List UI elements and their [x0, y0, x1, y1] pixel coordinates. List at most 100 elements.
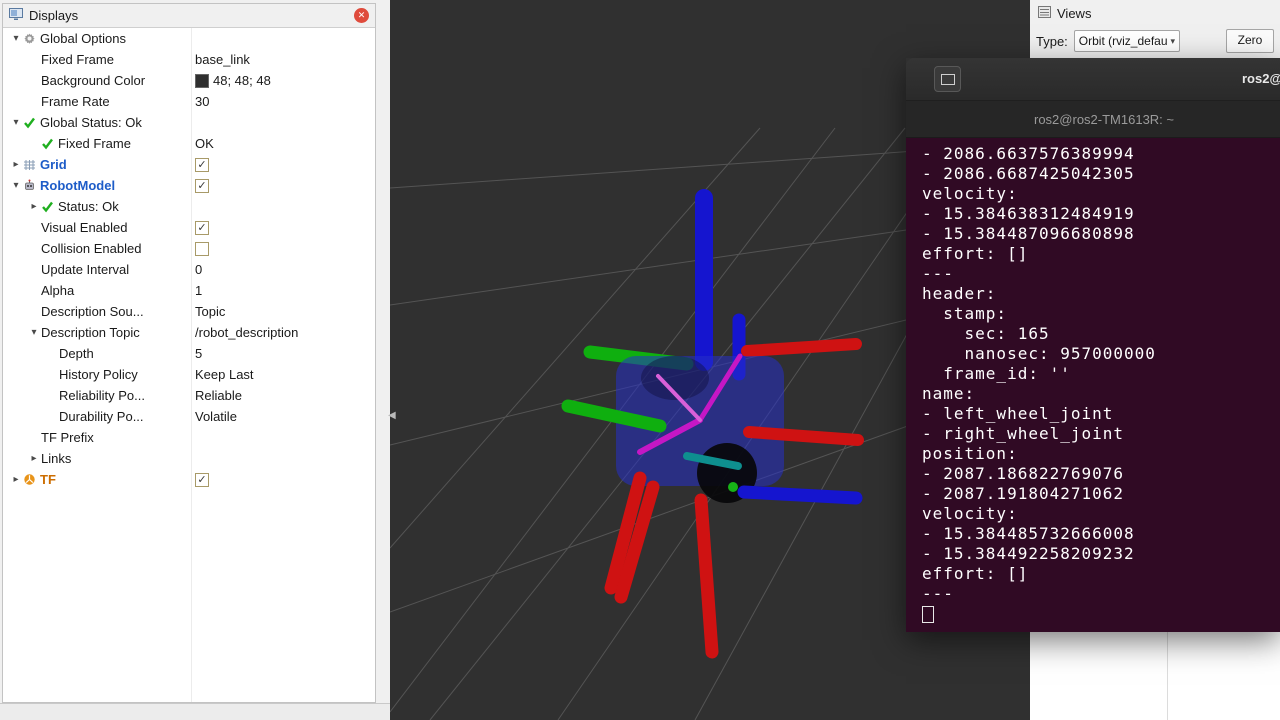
- terminal-window-title: ros2@ros2-TM1613R: ~: [1242, 71, 1280, 86]
- tree-row[interactable]: Reliability Po...Reliable: [3, 385, 375, 406]
- terminal-tab-title: ros2@ros2-TM1613R: ~: [1034, 112, 1174, 127]
- property-name: Description Sou...: [41, 304, 144, 319]
- checkbox-checked-icon[interactable]: ✓: [195, 158, 209, 172]
- terminal-line: name:: [922, 384, 1280, 404]
- terminal-line: header:: [922, 284, 1280, 304]
- tree-row[interactable]: ▸Links: [3, 448, 375, 469]
- terminal-line: - 2087.186822769076: [922, 464, 1280, 484]
- property-name: Alpha: [41, 283, 74, 298]
- expand-arrow-down-icon[interactable]: ▾: [9, 117, 23, 128]
- views-panel-header[interactable]: Views: [1030, 0, 1280, 26]
- terminal-line: position:: [922, 444, 1280, 464]
- property-value[interactable]: 0: [195, 262, 202, 277]
- terminal-cursor: [922, 606, 934, 623]
- property-name: Global Options: [40, 31, 126, 46]
- view-type-dropdown[interactable]: Orbit (rviz_defau ▾: [1074, 30, 1180, 52]
- terminal-titlebar[interactable]: ros2@ros2-TM1613R: ~: [906, 58, 1280, 101]
- tree-row[interactable]: ▸ Grid ✓: [3, 154, 375, 175]
- enable-checkbox[interactable]: [195, 242, 209, 256]
- property-value[interactable]: Topic: [195, 304, 225, 319]
- terminal-tabbar[interactable]: ros2@ros2-TM1613R: ~: [906, 101, 1280, 138]
- property-value[interactable]: Keep Last: [195, 367, 254, 382]
- property-value[interactable]: base_link: [195, 52, 250, 67]
- displays-panel-icon: [9, 8, 23, 23]
- property-name: Visual Enabled: [41, 220, 128, 235]
- checkbox-checked-icon[interactable]: ✓: [195, 179, 209, 193]
- expand-arrow-right-icon[interactable]: ▸: [9, 474, 23, 485]
- property-name: Grid: [40, 157, 67, 172]
- view-type-label: Type:: [1036, 34, 1068, 49]
- terminal-line: - 15.384485732666008: [922, 524, 1280, 544]
- new-tab-button[interactable]: [934, 66, 961, 92]
- tree-row[interactable]: TF Prefix: [3, 427, 375, 448]
- terminal-line: stamp:: [922, 304, 1280, 324]
- property-name: Global Status: Ok: [40, 115, 142, 130]
- tree-row[interactable]: Description Sou... Topic: [3, 301, 375, 322]
- terminal-output[interactable]: - 2086.6637576389994- 2086.6687425042305…: [906, 138, 1280, 632]
- displays-tree: ▾ Global Options Fixed Framebase_linkBackg…: [3, 28, 375, 702]
- property-name: Frame Rate: [41, 94, 110, 109]
- property-name: TF: [40, 472, 56, 487]
- tree-row[interactable]: Fixed Framebase_link: [3, 49, 375, 70]
- terminal-line: effort: []: [922, 564, 1280, 584]
- property-name: Depth: [59, 346, 94, 361]
- tree-row[interactable]: Background Color48; 48; 48: [3, 70, 375, 91]
- terminal-line: velocity:: [922, 184, 1280, 204]
- tree-row[interactable]: ▾ Global Options: [3, 28, 375, 49]
- terminal-line: sec: 165: [922, 324, 1280, 344]
- property-value[interactable]: OK: [195, 136, 214, 151]
- expand-arrow-down-icon[interactable]: ▾: [27, 327, 41, 338]
- tree-row[interactable]: History Policy Keep Last: [3, 364, 375, 385]
- displays-panel-header[interactable]: Displays ✕: [3, 4, 375, 28]
- checkbox-unchecked-icon[interactable]: [195, 242, 209, 256]
- tree-row[interactable]: ▸Status: Ok: [3, 196, 375, 217]
- tree-row[interactable]: Durability Po...Volatile: [3, 406, 375, 427]
- displays-panel: Displays ✕ ▾ Global Options Fixed Framebas…: [2, 3, 376, 703]
- tree-row[interactable]: ▸ TF ✓: [3, 469, 375, 490]
- terminal-cursor-line: [922, 604, 1280, 624]
- enable-checkbox[interactable]: ✓: [195, 158, 209, 172]
- check-icon: [23, 116, 40, 129]
- property-value[interactable]: /robot_description: [195, 325, 298, 340]
- bottom-strip: [0, 703, 390, 720]
- property-value[interactable]: 5: [195, 346, 202, 361]
- splitter-collapse-icon[interactable]: ◀: [388, 410, 396, 421]
- tree-row[interactable]: Collision Enabled: [3, 238, 375, 259]
- expand-arrow-right-icon[interactable]: ▸: [27, 201, 41, 212]
- tree-row[interactable]: Fixed FrameOK: [3, 133, 375, 154]
- checkbox-checked-icon[interactable]: ✓: [195, 221, 209, 235]
- chevron-down-icon: ▾: [1170, 36, 1175, 47]
- enable-checkbox[interactable]: ✓: [195, 221, 209, 235]
- expand-arrow-down-icon[interactable]: ▾: [9, 33, 23, 44]
- tree-row[interactable]: ▾RobotModel✓: [3, 175, 375, 196]
- enable-checkbox[interactable]: ✓: [195, 179, 209, 193]
- property-value[interactable]: 1: [195, 283, 202, 298]
- property-value[interactable]: Volatile: [195, 409, 237, 424]
- property-name: History Policy: [59, 367, 138, 382]
- zero-button[interactable]: Zero: [1226, 29, 1274, 53]
- tree-row[interactable]: Alpha 1: [3, 280, 375, 301]
- tree-row[interactable]: Depth 5: [3, 343, 375, 364]
- tree-row[interactable]: Visual Enabled ✓: [3, 217, 375, 238]
- property-name: Collision Enabled: [41, 241, 141, 256]
- tree-row[interactable]: ▾Description Topic/robot_description: [3, 322, 375, 343]
- close-panel-icon[interactable]: ✕: [354, 8, 369, 23]
- tree-row[interactable]: Update Interval0: [3, 259, 375, 280]
- expand-arrow-right-icon[interactable]: ▸: [9, 159, 23, 170]
- check-icon: [41, 137, 58, 150]
- tree-row[interactable]: ▾ Global Status: Ok: [3, 112, 375, 133]
- enable-checkbox[interactable]: ✓: [195, 473, 209, 487]
- terminal-window: ros2@ros2-TM1613R: ~ ros2@ros2-TM1613R: …: [906, 58, 1280, 630]
- checkbox-checked-icon[interactable]: ✓: [195, 473, 209, 487]
- grid-icon: [23, 158, 40, 171]
- expand-arrow-right-icon[interactable]: ▸: [27, 453, 41, 464]
- terminal-line: - right_wheel_joint: [922, 424, 1280, 444]
- property-value[interactable]: Reliable: [195, 388, 242, 403]
- tree-row[interactable]: Frame Rate 30: [3, 91, 375, 112]
- expand-arrow-down-icon[interactable]: ▾: [9, 180, 23, 191]
- view-type-value: Orbit (rviz_defau: [1079, 34, 1171, 48]
- gear-icon: [23, 32, 40, 45]
- terminal-line: - 15.384492258209232: [922, 544, 1280, 564]
- property-value[interactable]: 48; 48; 48: [195, 73, 271, 88]
- property-value[interactable]: 30: [195, 94, 209, 109]
